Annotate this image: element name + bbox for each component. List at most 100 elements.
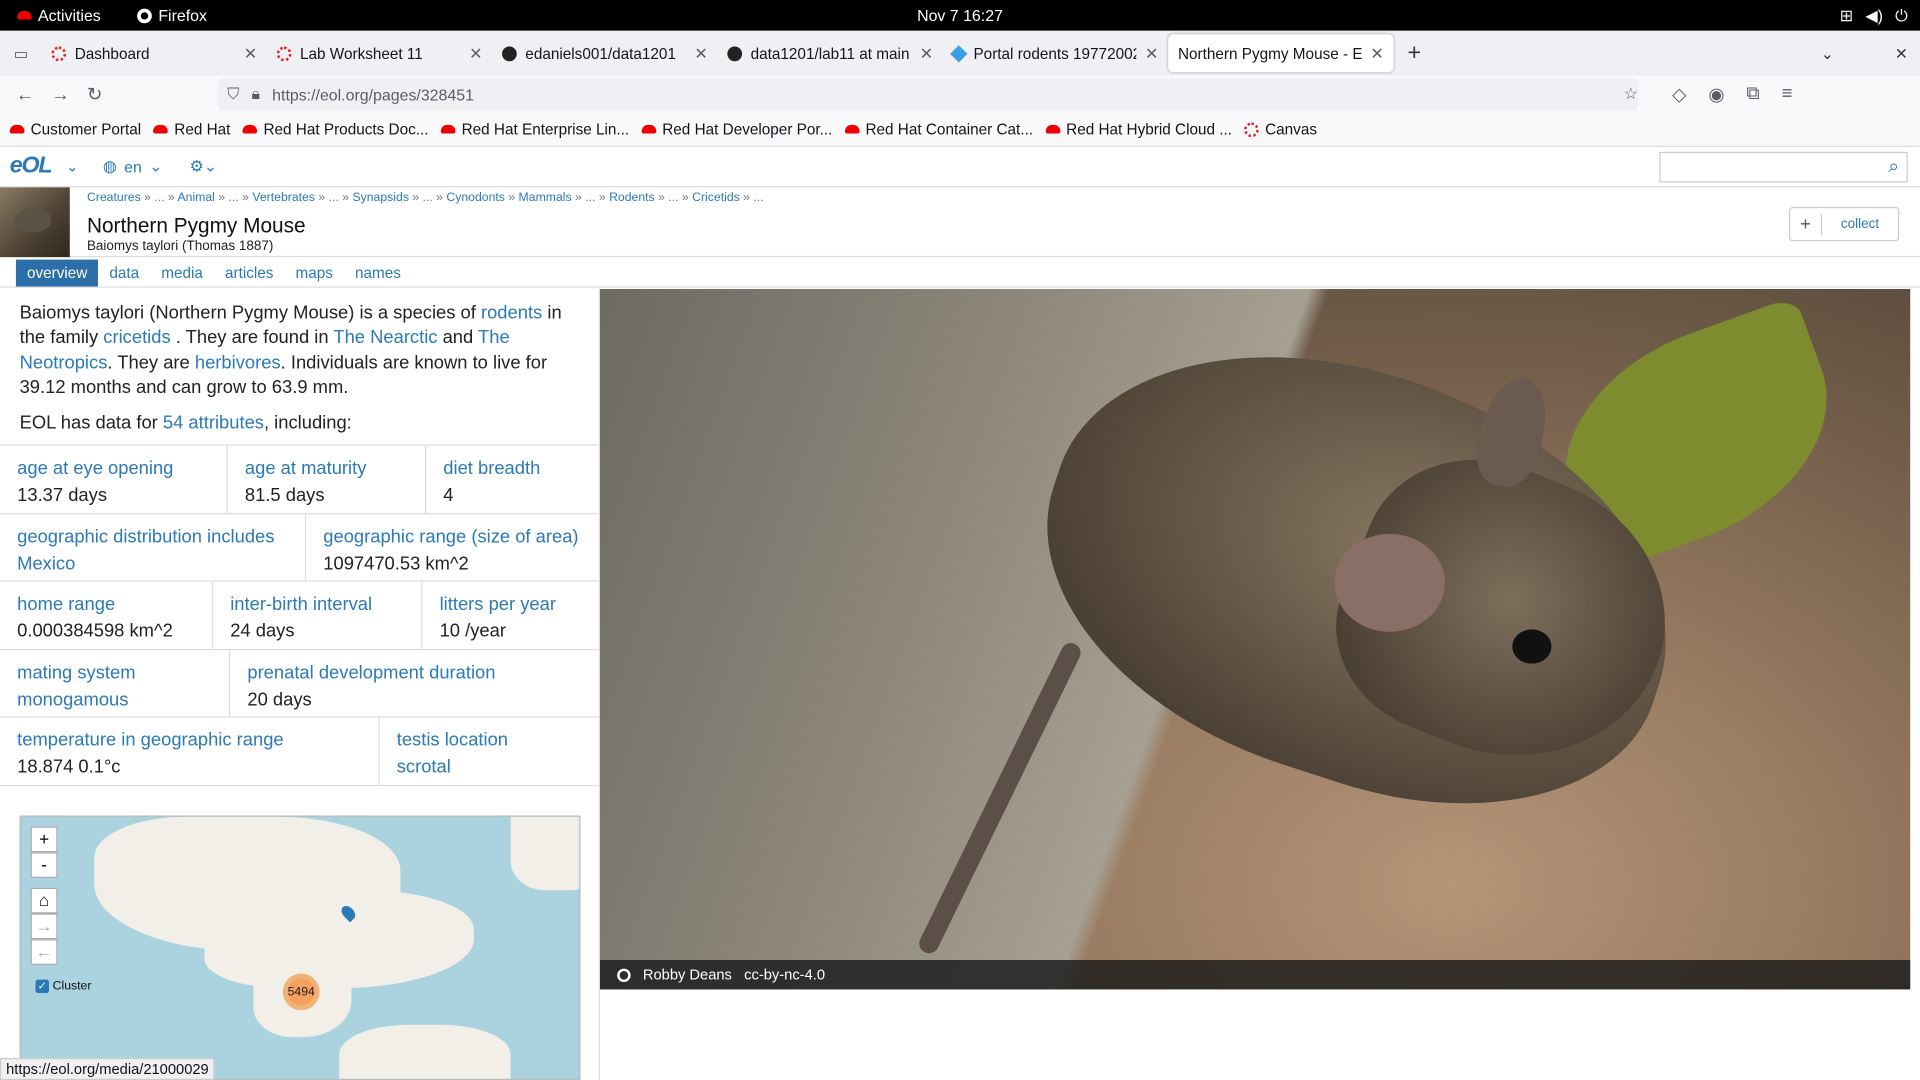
system-tray[interactable]: ⊞ ◀) ⏻ [1840, 6, 1920, 26]
close-tab-icon[interactable]: ✕ [244, 43, 257, 63]
photo-author[interactable]: Robby Deans [643, 966, 732, 983]
account-icon[interactable]: ◉ [1708, 83, 1724, 105]
attribute-cell[interactable]: age at maturity 81.5 days [228, 445, 427, 513]
gear-icon[interactable]: ⚙⌄ [189, 157, 217, 177]
attributes-link[interactable]: 54 attributes [163, 413, 264, 434]
reload-icon[interactable]: ↻ [87, 83, 102, 105]
github-icon [727, 45, 743, 61]
tab-data[interactable]: data [98, 260, 150, 287]
breadcrumb-item[interactable]: Synapsids [352, 191, 408, 204]
close-tab-icon[interactable]: ✕ [1370, 43, 1383, 63]
tab-articles[interactable]: articles [214, 260, 285, 287]
new-tab-button[interactable]: + [1393, 40, 1435, 67]
pocket-icon[interactable]: ◇ [1672, 83, 1686, 105]
herbivores-link[interactable]: herbivores [195, 352, 281, 373]
firefox-app-menu[interactable]: Firefox [137, 6, 207, 24]
species-thumbnail[interactable] [0, 187, 70, 258]
lock-icon[interactable]: 🔒︎ [251, 84, 259, 104]
attribute-cell[interactable]: age at eye opening 13.37 days [0, 445, 228, 513]
close-tab-icon[interactable]: ✕ [1145, 43, 1158, 63]
rodents-link[interactable]: rodents [481, 302, 542, 323]
extensions-icon[interactable]: ⧉ [1746, 83, 1759, 105]
browser-tab[interactable]: Lab Worksheet 11 ✕ [267, 34, 492, 72]
tab-maps[interactable]: maps [284, 260, 343, 287]
species-photo[interactable] [600, 288, 1911, 990]
page-title: Northern Pygmy Mouse [86, 214, 306, 238]
breadcrumb-item[interactable]: Cynodonts [446, 191, 505, 204]
attribute-cell[interactable]: testis location scrotal [380, 718, 599, 785]
bookmark-item[interactable]: Red Hat [153, 121, 230, 138]
breadcrumb-item[interactable]: Mammals [519, 191, 572, 204]
bookmark-item[interactable]: Red Hat Developer Por... [641, 121, 832, 138]
occurrence-cluster[interactable]: 5494 [282, 973, 320, 1011]
page-tabs: overview data media articles maps names [0, 257, 1920, 288]
url-bar[interactable]: ⛉ 🔒︎ https://eol.org/pages/328451 ☆ [217, 78, 1638, 111]
zoom-in-button[interactable]: + [30, 826, 58, 853]
chevron-down-icon: ⌄ [149, 156, 163, 176]
tab-overview[interactable]: overview [15, 259, 99, 287]
breadcrumb-item[interactable]: Animal [177, 191, 214, 204]
forward-arrow-icon[interactable]: → [30, 913, 58, 940]
browser-tab-active[interactable]: Northern Pygmy Mouse - Enc ✕ [1168, 34, 1394, 73]
attribute-row: home range 0.000384598 km^2 inter-birth i… [0, 581, 599, 650]
chevron-down-icon[interactable]: ⌄ [66, 158, 78, 175]
cluster-checkbox[interactable]: ✓ Cluster [35, 979, 91, 994]
photo-credit: Robby Deans cc-by-nc-4.0 [600, 960, 1911, 990]
attribute-cell[interactable]: geographic range (size of area) 1097470.5… [306, 514, 599, 581]
browser-tab[interactable]: edaniels001/data1201 ✕ [492, 34, 717, 72]
canvas-icon [51, 45, 67, 61]
back-icon[interactable]: ← [16, 84, 34, 105]
browser-tab[interactable]: Dashboard ✕ [42, 34, 267, 72]
attribute-cell[interactable]: inter-birth interval 24 days [213, 581, 423, 649]
attribute-cell[interactable]: diet breadth 4 [426, 446, 599, 513]
language-selector[interactable]: ◍ en ⌄ [103, 157, 163, 177]
bookmark-item[interactable]: Canvas [1244, 121, 1317, 138]
breadcrumb-item[interactable]: Vertebrates [252, 191, 315, 204]
attribute-cell[interactable]: home range 0.000384598 km^2 [0, 581, 214, 649]
eol-nav-bar: eOL ⌄ ◍ en ⌄ ⚙⌄ ⌕ [0, 147, 1920, 188]
breadcrumb-item[interactable]: Rodents [609, 191, 655, 204]
zoom-out-button[interactable]: - [30, 852, 58, 878]
nearctic-link[interactable]: The Nearctic [333, 327, 437, 348]
photo-license[interactable]: cc-by-nc-4.0 [744, 966, 825, 983]
forward-icon[interactable]: → [51, 84, 69, 105]
attribute-cell[interactable]: prenatal development duration 20 days [230, 650, 599, 717]
bookmark-item[interactable]: Red Hat Container Cat... [844, 121, 1033, 138]
attribute-cell[interactable]: temperature in geographic range 18.874 0.… [0, 717, 380, 785]
activities-button[interactable]: Activities [0, 6, 101, 24]
cricetids-link[interactable]: cricetids [103, 327, 170, 348]
distribution-map[interactable]: + - ⌂ → ← ✓ Cluster 5494 [19, 815, 581, 1080]
menu-icon[interactable]: ≡ [1782, 83, 1793, 105]
tab-overflow-chevron-icon[interactable]: ⌄ [1821, 44, 1834, 62]
back-arrow-icon[interactable]: ← [30, 939, 58, 965]
collect-button[interactable]: + collect [1788, 206, 1900, 242]
tab-list-icon[interactable]: ▭ [0, 44, 42, 62]
attribute-cell[interactable]: geographic distribution includes Mexico [0, 513, 307, 581]
search-icon[interactable]: ⌕ [1888, 156, 1899, 178]
close-tab-icon[interactable]: ✕ [694, 43, 707, 63]
close-tab-icon[interactable]: ✕ [920, 43, 933, 63]
tab-media[interactable]: media [150, 260, 214, 287]
bookmark-star-icon[interactable]: ☆ [1624, 84, 1638, 104]
browser-tab[interactable]: data1201/lab11 at main · s ✕ [718, 34, 943, 72]
attribute-cell[interactable]: litters per year 10 /year [422, 582, 598, 649]
bookmark-item[interactable]: Customer Portal [9, 121, 141, 138]
home-icon[interactable]: ⌂ [30, 887, 58, 914]
bookmark-item[interactable]: Red Hat Products Doc... [242, 121, 429, 138]
bookmark-item[interactable]: Red Hat Enterprise Lin... [440, 121, 629, 138]
close-window-icon[interactable]: ✕ [1895, 44, 1908, 62]
bookmark-item[interactable]: Red Hat Hybrid Cloud ... [1045, 121, 1232, 138]
search-input[interactable]: ⌕ [1659, 151, 1908, 183]
page-header: Creatures » ... » Animal » ... » Vertebr… [0, 187, 1920, 258]
close-tab-icon[interactable]: ✕ [469, 43, 482, 63]
breadcrumb-item[interactable]: Creatures [87, 191, 141, 204]
shield-icon[interactable]: ⛉ [227, 84, 239, 104]
eol-logo[interactable]: eOL [10, 153, 53, 180]
browser-tab[interactable]: Portal rodents 19772002 ✕ [943, 34, 1168, 72]
clock[interactable]: Nov 7 16:27 [0, 6, 1920, 24]
tab-names[interactable]: names [344, 260, 412, 287]
attribute-cell[interactable]: mating system monogamous [0, 649, 231, 717]
summary-column: Baiomys taylori (Northern Pygmy Mouse) i… [0, 288, 601, 1080]
breadcrumb-item[interactable]: Cricetids [692, 191, 740, 204]
url-text[interactable]: https://eol.org/pages/328451 [272, 85, 1611, 103]
